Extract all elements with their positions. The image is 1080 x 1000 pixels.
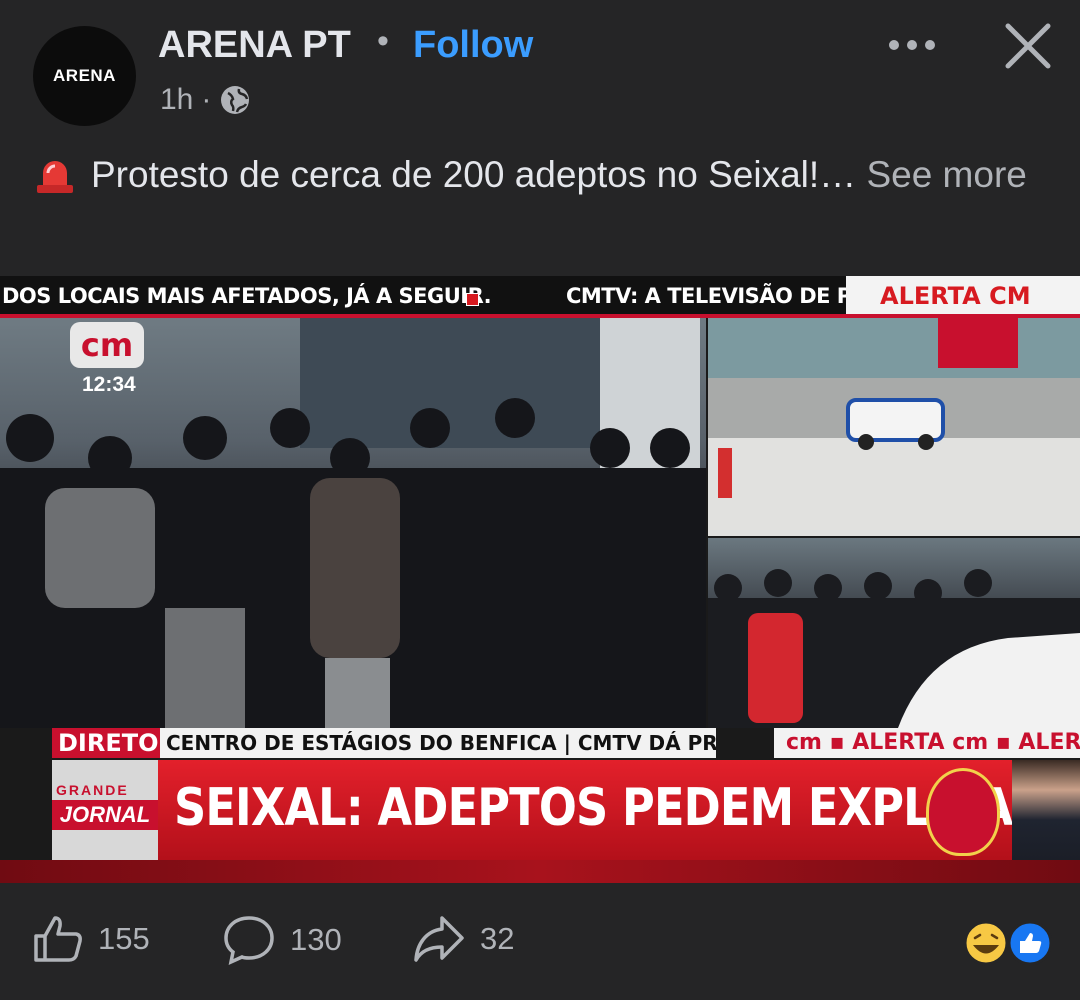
ticker-separator (466, 293, 479, 306)
news-anchor-image (1012, 760, 1080, 860)
post-time[interactable]: 1h (160, 83, 193, 117)
see-more-link[interactable]: See more (866, 154, 1026, 195)
benfica-crest-icon (926, 768, 1000, 856)
share-count: 32 (480, 921, 515, 956)
police-siren-icon (37, 161, 73, 193)
post-actions: 155 130 32 (0, 884, 1080, 1000)
comment-count: 130 (290, 922, 342, 957)
more-dots-icon[interactable] (886, 28, 938, 62)
post-image[interactable]: DOS LOCAIS MAIS AFETADOS, JÁ A SEGUIR. C… (0, 276, 1080, 883)
crowd-silhouettes-2 (708, 569, 1080, 728)
grande-label: GRANDE (56, 782, 129, 798)
lower-third-main: GRANDE JORNAL SEIXAL: ADEPTOS PEDEM EXPL… (52, 760, 1080, 860)
ticker-left-text: DOS LOCAIS MAIS AFETADOS, JÁ A SEGUIR. (2, 284, 492, 308)
comment-bubble-icon (224, 916, 274, 966)
alerta-top-text: ALERTA CM (880, 282, 1031, 310)
alerta-strip: cm ▪ ALERTA cm ▪ ALERTA (774, 728, 1080, 758)
close-icon[interactable] (1000, 18, 1056, 74)
meta-dot: · (201, 83, 212, 116)
bottom-band (0, 860, 1080, 883)
reactions-summary[interactable] (962, 920, 1052, 966)
globe-icon (221, 86, 250, 114)
page-name[interactable]: ARENA PT (158, 24, 351, 67)
avatar-text: ARENA (53, 66, 116, 85)
post-text: Protesto de cerca de 200 adeptos no Seix… (33, 148, 1043, 202)
subheadline: CENTRO DE ESTÁGIOS DO BENFICA | CMTV DÁ … (160, 728, 716, 758)
page-avatar[interactable]: ARENA (33, 26, 136, 126)
jornal-label: JORNAL (52, 800, 158, 830)
ticker-right-text: CMTV: A TELEVISÃO DE POR (566, 284, 846, 308)
like-count: 155 (98, 921, 150, 956)
alerta-top-banner: ALERTA CM (846, 276, 1080, 314)
separator-dot: • (377, 22, 389, 60)
broadcast-clock: 12:34 (82, 373, 136, 396)
like-button[interactable]: 155 (32, 914, 150, 964)
police-car-scene (708, 318, 1080, 536)
lower-third-top: DIRETO CENTRO DE ESTÁGIOS DO BENFICA | C… (52, 728, 1080, 760)
share-button[interactable]: 32 (412, 914, 514, 964)
thumbs-up-icon (34, 916, 82, 962)
cm-channel-logo: cm (70, 322, 144, 368)
follow-button[interactable]: Follow (413, 24, 533, 67)
laughing-face-icon (963, 920, 1009, 966)
grande-jornal-logo: GRANDE JORNAL (52, 760, 158, 860)
comment-button[interactable]: 130 (222, 914, 342, 966)
street-scene (708, 318, 1080, 536)
share-arrow-icon (414, 916, 464, 962)
news-ticker: DOS LOCAIS MAIS AFETADOS, JÁ A SEGUIR. C… (0, 276, 846, 314)
live-label: DIRETO (52, 728, 165, 758)
post-meta: 1h · (160, 83, 251, 117)
post-text-body: Protesto de cerca de 200 adeptos no Seix… (91, 154, 857, 195)
crowd-scene-secondary (708, 538, 1080, 728)
